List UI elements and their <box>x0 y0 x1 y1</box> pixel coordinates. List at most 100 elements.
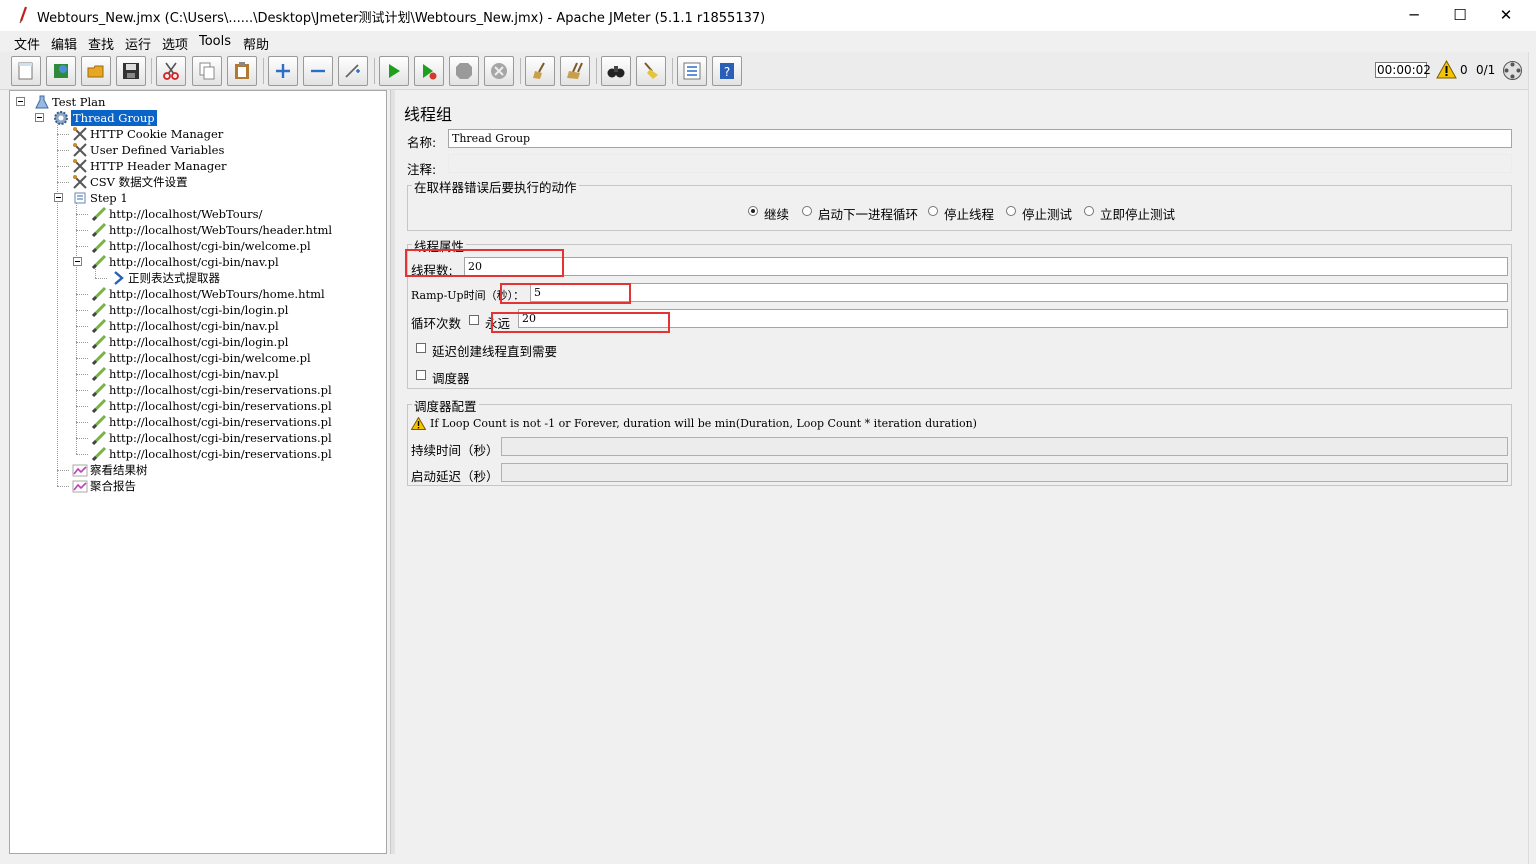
start-no-pauses-button[interactable] <box>414 56 444 86</box>
clear-broom-icon <box>533 62 545 79</box>
copy-button[interactable] <box>192 56 222 86</box>
name-input[interactable]: Thread Group <box>448 129 1512 148</box>
play-no-pause-icon <box>423 64 437 80</box>
http-sampler-icon <box>91 302 107 318</box>
stop-test-now-radio[interactable] <box>1084 206 1094 216</box>
scheduler-checkbox[interactable] <box>416 370 426 380</box>
window-edge <box>1528 52 1536 864</box>
config-element-icon <box>73 143 87 157</box>
stop-test-label: 停止测试 <box>1022 207 1073 222</box>
panel-heading: 线程组 <box>404 105 453 124</box>
stop-test-now-label: 立即停止测试 <box>1100 207 1176 222</box>
menu-edit[interactable]: 编辑 <box>51 34 77 53</box>
stop-thread-radio[interactable] <box>928 206 938 216</box>
menu-file[interactable]: 文件 <box>14 34 40 53</box>
threads-input[interactable]: 20 <box>464 257 1508 276</box>
cut-button[interactable] <box>156 56 186 86</box>
clear-all-broom-icon <box>567 62 583 79</box>
open-button[interactable] <box>81 56 111 86</box>
shutdown-x-icon <box>491 63 507 79</box>
help-button[interactable]: ? <box>712 56 742 86</box>
highlight-loop-count <box>491 312 670 333</box>
warning-icon[interactable] <box>1436 60 1457 79</box>
toggle-button[interactable] <box>338 56 368 86</box>
toggle-wand-icon <box>345 64 360 78</box>
maximize-button[interactable]: ☐ <box>1437 0 1483 31</box>
list-icon <box>683 62 701 80</box>
clear-all-button[interactable] <box>560 56 590 86</box>
clear-button[interactable] <box>525 56 555 86</box>
comment-input[interactable] <box>448 154 1512 173</box>
menu-search[interactable]: 查找 <box>88 34 114 53</box>
menu-help[interactable]: 帮助 <box>243 34 269 53</box>
active-thread-count: 0/1 <box>1476 63 1496 77</box>
scheduler-config-title: 调度器配置 <box>412 396 479 415</box>
http-sampler-icon <box>91 254 107 270</box>
stop-thread-label: 停止线程 <box>944 207 995 222</box>
collapse-nav-toggle[interactable] <box>73 257 82 266</box>
stop-test-radio[interactable] <box>1006 206 1016 216</box>
http-sampler-icon <box>91 446 107 462</box>
http-sampler-icon <box>91 382 107 398</box>
templates-button[interactable] <box>46 56 76 86</box>
scheduler-note: If Loop Count is not -1 or Forever, dura… <box>430 417 977 430</box>
function-helper-button[interactable] <box>677 56 707 86</box>
search-button[interactable] <box>601 56 631 86</box>
listener-graph-icon <box>72 464 88 477</box>
collapse-all-button[interactable] <box>303 56 333 86</box>
scheduler-config-group: 调度器配置 If Loop Count is not -1 or Forever… <box>407 396 1512 486</box>
stop-octagon-icon <box>456 63 472 79</box>
scheduler-label: 调度器 <box>432 371 470 386</box>
menu-tools[interactable]: Tools <box>199 34 231 49</box>
sampler-error-action-group: 在取样器错误后要执行的动作 继续 启动下一进程循环 停止线程 停止测试 立即停止… <box>407 177 1512 231</box>
binoculars-icon <box>607 66 625 78</box>
title-bar: Webtours_New.jmx (C:\Users\......\Deskto… <box>0 0 1536 31</box>
warning-icon <box>411 417 426 430</box>
remote-status-icon <box>1503 61 1522 80</box>
startup-delay-label: 启动延迟（秒） <box>411 469 499 484</box>
shutdown-button[interactable] <box>484 56 514 86</box>
duration-input[interactable] <box>501 437 1508 456</box>
start-next-loop-radio[interactable] <box>802 206 812 216</box>
startup-delay-input[interactable] <box>501 463 1508 482</box>
http-sampler-icon <box>91 206 107 222</box>
panel-splitter[interactable] <box>390 90 395 854</box>
http-sampler-icon <box>91 286 107 302</box>
http-sampler-icon <box>91 414 107 430</box>
loop-forever-checkbox[interactable] <box>469 315 479 325</box>
comment-label: 注释: <box>407 162 437 177</box>
save-button[interactable] <box>116 56 146 86</box>
menu-run[interactable]: 运行 <box>125 34 151 53</box>
expand-all-button[interactable] <box>268 56 298 86</box>
copy-icon <box>199 62 215 80</box>
http-sampler-icon <box>91 238 107 254</box>
minimize-button[interactable]: ─ <box>1391 0 1437 31</box>
new-button[interactable] <box>11 56 41 86</box>
continue-label: 继续 <box>764 207 790 222</box>
continue-radio[interactable] <box>748 206 758 216</box>
config-element-icon <box>73 127 87 141</box>
toolbar: ? <box>0 52 1528 90</box>
collapse-test-plan-toggle[interactable] <box>16 97 25 106</box>
warning-count: 0 <box>1460 63 1468 77</box>
open-folder-icon <box>87 65 104 78</box>
paste-button[interactable] <box>227 56 257 86</box>
start-next-loop-label: 启动下一进程循环 <box>818 207 919 222</box>
http-sampler-icon <box>91 430 107 446</box>
collapse-thread-group-toggle[interactable] <box>35 113 44 122</box>
start-button[interactable] <box>379 56 409 86</box>
new-file-icon <box>18 62 33 80</box>
delay-thread-creation-checkbox[interactable] <box>416 343 426 353</box>
close-button[interactable]: ✕ <box>1483 0 1529 31</box>
window-title: Webtours_New.jmx (C:\Users\......\Deskto… <box>37 11 766 26</box>
test-plan-tree[interactable]: Test Plan Thread Group HTTP Cookie Manag… <box>9 90 387 854</box>
collapse-step1-toggle[interactable] <box>54 193 63 202</box>
jmeter-feather-icon <box>19 6 28 24</box>
config-element-icon <box>73 175 87 189</box>
rampup-input[interactable]: 5 <box>530 283 1508 302</box>
error-group-title: 在取样器错误后要执行的动作 <box>412 177 579 196</box>
elapsed-timer: 00:00:02 <box>1375 62 1431 78</box>
stop-button[interactable] <box>449 56 479 86</box>
reset-search-button[interactable] <box>636 56 666 86</box>
menu-options[interactable]: 选项 <box>162 34 188 53</box>
